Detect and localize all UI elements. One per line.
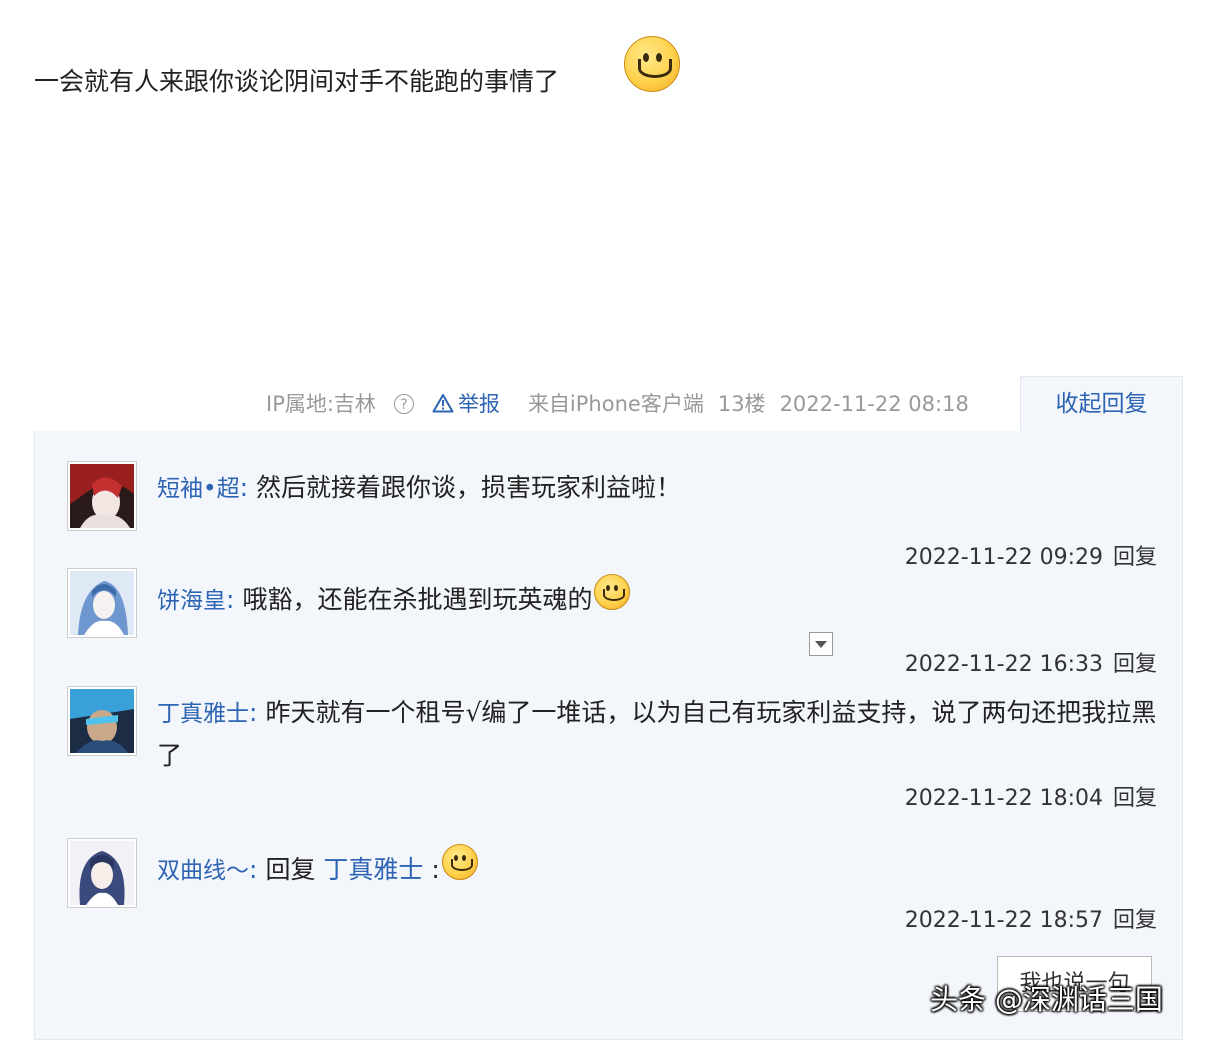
- reply-item: 双曲线～: 回复 丁真雅士 : 2022-11-22 18:57 回复: [67, 838, 1157, 948]
- smiley-emoji-icon: [624, 36, 680, 92]
- post-meta: IP属地:吉林? 举报 来自iPhone客户端 13楼 2022-11-22 08:18: [266, 388, 983, 418]
- reply-text: 哦豁，还能在杀批遇到玩英魂的: [242, 585, 593, 614]
- reply-button[interactable]: 回复: [1113, 786, 1157, 811]
- reply-item: 短袖•超: 然后就接着跟你谈，损害玩家利益啦！ 2022-11-22 09:29 回…: [67, 461, 1157, 571]
- avatar-image: [70, 689, 134, 753]
- reply-target-link[interactable]: 丁真雅士: [323, 855, 423, 884]
- reply-username[interactable]: 丁真雅士: [157, 701, 249, 727]
- reply-footer: 2022-11-22 18:57 回复: [905, 902, 1157, 934]
- reply-footer: 2022-11-22 09:29 回复: [905, 539, 1157, 571]
- reply-time: 2022-11-22 18:57: [904, 908, 1103, 933]
- reply-prefix: 回复: [265, 855, 316, 884]
- reply-time: 2022-11-22 16:33: [904, 652, 1103, 677]
- avatar-image: [70, 571, 134, 635]
- watermark: 头条 @深渊话三国: [930, 983, 1163, 1016]
- post-time: 2022-11-22 08:18: [779, 392, 969, 416]
- reply-footer: 2022-11-22 18:04 回复: [905, 780, 1157, 812]
- ip-location: IP属地:吉林: [266, 392, 376, 416]
- collapse-replies-button[interactable]: 收起回复: [1020, 376, 1183, 432]
- reply-time: 2022-11-22 09:29: [904, 545, 1103, 570]
- report-link[interactable]: 举报: [432, 392, 514, 416]
- floor-number: 13楼: [717, 392, 766, 416]
- avatar-image: [70, 464, 134, 528]
- reply-time: 2022-11-22 18:04: [904, 786, 1103, 811]
- help-icon[interactable]: ?: [393, 394, 414, 414]
- reply-username[interactable]: 双曲线～: [157, 858, 249, 884]
- reply-footer: 2022-11-22 16:33 回复: [905, 646, 1157, 678]
- warning-icon: [432, 394, 454, 413]
- avatar[interactable]: [67, 686, 137, 756]
- reply-button[interactable]: 回复: [1113, 652, 1157, 677]
- smiley-emoji-icon: [441, 844, 478, 880]
- post-text: 一会就有人来跟你谈论阴间对手不能跑的事情了: [34, 67, 560, 96]
- avatar[interactable]: [67, 838, 137, 908]
- reply-button[interactable]: 回复: [1113, 908, 1157, 933]
- reply-button[interactable]: 回复: [1113, 545, 1157, 570]
- reply-panel: 短袖•超: 然后就接着跟你谈，损害玩家利益啦！ 2022-11-22 09:29 回…: [34, 431, 1183, 1040]
- reply-text: 昨天就有一个租号√编了一堆话，以为自己有玩家利益支持，说了两句还把我拉黑了: [157, 698, 1157, 770]
- dropdown-arrow-icon[interactable]: [809, 632, 833, 656]
- reply-username[interactable]: 短袖•超: [157, 476, 240, 502]
- reply-item: 丁真雅士: 昨天就有一个租号√编了一堆话，以为自己有玩家利益支持，说了两句还把我拉…: [67, 686, 1157, 836]
- reply-text: 然后就接着跟你谈，损害玩家利益啦！: [256, 473, 682, 502]
- reply-username[interactable]: 饼海皇: [157, 588, 226, 614]
- reply-item: 饼海皇: 哦豁，还能在杀批遇到玩英魂的 2022-11-22 16:33 回复: [67, 568, 1157, 678]
- avatar[interactable]: [67, 461, 137, 531]
- post-source: 来自iPhone客户端: [527, 392, 704, 416]
- smiley-emoji-icon: [594, 574, 631, 610]
- avatar-image: [70, 841, 134, 905]
- avatar[interactable]: [67, 568, 137, 638]
